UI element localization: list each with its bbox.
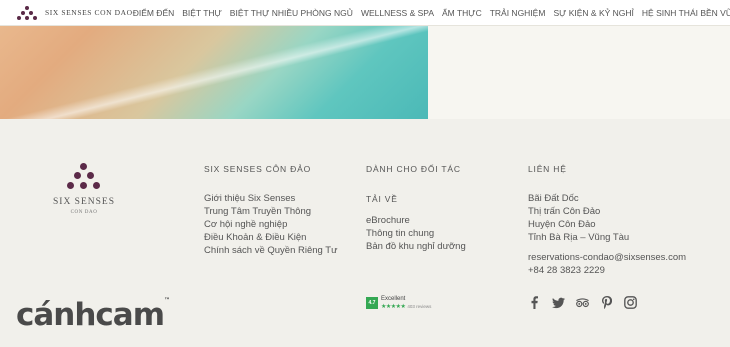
nav-item-destination[interactable]: ĐIỂM ĐẾN [133, 8, 179, 18]
footer-col-partners: DÀNH CHO ĐỐI TÁC TẢI VỀ eBrochure Thông … [366, 164, 466, 253]
address-line: Huyện Côn Đảo [528, 219, 596, 230]
review-score-badge: 4.7 [366, 297, 378, 309]
brand-name: SIX SENSES CON DAO [45, 8, 133, 17]
canhcam-watermark: cánhcam™ [16, 297, 171, 333]
nav-item-wellness-spa[interactable]: WELLNESS & SPA [357, 8, 438, 18]
footer-link-resort-map[interactable]: Bản đồ khu nghỉ dưỡng [366, 240, 466, 253]
footer: SIX SENSES CON DAO SIX SENSES CÔN ĐẢO Gi… [0, 119, 730, 347]
review-count: 403 reviews [407, 304, 432, 309]
footer-heading-about: SIX SENSES CÔN ĐẢO [204, 164, 311, 174]
top-nav: SIX SENSES CON DAO ĐIỂM ĐẾN BIỆT THỰ BIỆ… [0, 0, 730, 26]
footer-heading-contact: LIÊN HỆ [528, 164, 567, 174]
footer-col-about: SIX SENSES CÔN ĐẢO Giới thiệu Six Senses… [204, 164, 337, 257]
footer-subheading-downloads: TẢI VỀ [366, 194, 398, 204]
footer-link-ebrochure[interactable]: eBrochure [366, 214, 466, 227]
footer-heading-partners: DÀNH CHO ĐỐI TÁC [366, 164, 461, 174]
address-line: Bãi Đất Dốc [528, 193, 579, 204]
nav-item-sustainability[interactable]: HỆ SINH THÁI BỀN VỮNG [638, 8, 730, 18]
footer-link-terms[interactable]: Điều Khoản & Điều Kiện [204, 231, 337, 244]
footer-link-about-six-senses[interactable]: Giới thiệu Six Senses [204, 192, 337, 205]
hero-side-panel [428, 26, 730, 119]
footer-logo[interactable]: SIX SENSES CON DAO [48, 163, 120, 215]
contact-email-link[interactable]: reservations-condao@sixsenses.com [528, 251, 686, 264]
nav-menu: ĐIỂM ĐẾN BIỆT THỰ BIỆT THỰ NHIỀU PHÒNG N… [133, 8, 730, 18]
nav-item-villas[interactable]: BIỆT THỰ [178, 8, 226, 18]
twitter-icon[interactable] [552, 296, 565, 309]
contact-phone-link[interactable]: +84 28 3823 2229 [528, 264, 686, 277]
facebook-icon[interactable] [528, 296, 541, 309]
tripadvisor-icon[interactable] [576, 296, 589, 309]
social-links [528, 296, 648, 309]
nav-item-dining[interactable]: ẨM THỰC [438, 8, 486, 18]
six-senses-dots-icon [64, 163, 104, 193]
nav-item-multi-bedroom-villas[interactable]: BIỆT THỰ NHIỀU PHÒNG NGỦ [226, 8, 357, 18]
review-stars: ★★★★★ [381, 304, 406, 310]
footer-link-privacy[interactable]: Chính sách về Quyền Riêng Tư [204, 244, 337, 257]
address-line: Tỉnh Bà Rịa – Vũng Tàu [528, 232, 630, 243]
footer-logo-sub: CON DAO [70, 210, 98, 215]
pinterest-icon[interactable] [600, 296, 613, 309]
nav-item-events[interactable]: SỰ KIỆN & KỶ NGHỈ [549, 8, 637, 18]
six-senses-dots-icon [16, 5, 38, 20]
instagram-icon[interactable] [624, 296, 637, 309]
footer-logo-name: SIX SENSES [53, 197, 115, 207]
review-label: Excellent [381, 296, 406, 302]
nav-item-experiences[interactable]: TRẢI NGHIỆM [486, 8, 550, 18]
beach-aerial-image [0, 26, 428, 119]
address-line: Thị trấn Côn Đảo [528, 206, 601, 217]
footer-col-contact: LIÊN HỆ Bãi Đất Dốc Thị trấn Côn Đảo Huy… [528, 164, 686, 277]
footer-link-careers[interactable]: Cơ hội nghề nghiệp [204, 218, 337, 231]
footer-link-fact-sheet[interactable]: Thông tin chung [366, 227, 466, 240]
review-widget[interactable]: 4.7 Excellent ★★★★★ 403 reviews [366, 296, 431, 310]
footer-link-media-centre[interactable]: Trung Tâm Truyền Thông [204, 205, 337, 218]
brand-logo[interactable]: SIX SENSES CON DAO [16, 5, 133, 20]
